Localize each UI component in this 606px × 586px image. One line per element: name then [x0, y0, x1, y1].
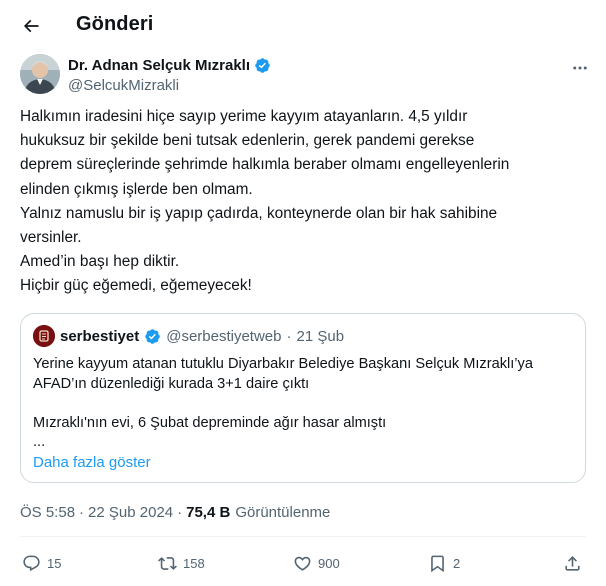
retweet-button[interactable]: 158: [158, 550, 205, 576]
tweet-line: hukuksuz bir şekilde beni tutsak edenler…: [20, 132, 475, 150]
retweet-icon: [158, 556, 177, 570]
tweet-line: versinler.: [20, 229, 82, 247]
avatar[interactable]: [20, 54, 60, 94]
reply-icon: [23, 555, 40, 571]
verified-badge-icon: [145, 328, 160, 344]
quote-author-handle: @serbestiyetweb: [166, 327, 282, 345]
tweet-line: Amed’in başı hep diktir.: [20, 253, 180, 271]
tweet-author: Dr. Adnan Selçuk Mızraklı @SelcukMizrakl…: [20, 54, 592, 98]
quoted-tweet[interactable]: serbestiyet @serbestiyetweb · 21 Şub Yer…: [20, 313, 586, 483]
tweet-date[interactable]: 22 Şub 2024: [88, 504, 173, 521]
tweet-text: Halkımın iradesini hiçe sayıp yerime kay…: [20, 105, 590, 299]
meta-separator: ·: [177, 504, 183, 521]
verified-badge-icon: [255, 58, 270, 73]
quote-avatar-logo: [33, 325, 55, 347]
avatar-image: [20, 54, 60, 94]
quote-avatar: [33, 325, 55, 347]
tweet-time[interactable]: ÖS 5:58: [20, 504, 75, 521]
divider: [20, 536, 586, 537]
retweet-count: 158: [183, 555, 205, 571]
quote-line: ...: [33, 434, 46, 450]
reply-button[interactable]: 15: [22, 550, 61, 576]
top-bar: Gönderi: [0, 0, 606, 50]
quote-line: AFAD’ın düzenlediği kurada 3+1 daire çık…: [33, 375, 310, 392]
bookmark-button[interactable]: 2: [428, 550, 460, 576]
page-title: Gönderi: [76, 13, 154, 35]
arrow-left-icon: [23, 19, 39, 33]
like-count: 900: [318, 555, 340, 571]
tweet-line: Halkımın iradesini hiçe sayıp yerime kay…: [20, 108, 468, 125]
share-icon: [565, 555, 580, 571]
quote-line: Mızraklı'nın evi, 6 Şubat depreminde ağı…: [33, 414, 387, 431]
reply-count: 15: [47, 555, 62, 571]
meta-separator: ·: [79, 504, 85, 521]
quote-line: [33, 394, 573, 414]
show-more-link[interactable]: Daha fazla göster: [33, 454, 151, 471]
more-horizontal-icon: [573, 66, 587, 70]
quote-text: Yerine kayyum atanan tutuklu Diyarbakır …: [33, 355, 573, 453]
author-handle[interactable]: @SelcukMizrakli: [68, 77, 179, 94]
bookmark-icon: [431, 555, 444, 572]
tweet-line: Hiçbir güç eğemedi, eğemeyecek!: [20, 277, 252, 295]
tweet-line: deprem süreçlerinde şehrimde halkımla be…: [20, 156, 510, 174]
share-button[interactable]: [563, 550, 582, 576]
quote-author-name: serbestiyet: [60, 327, 140, 345]
like-button[interactable]: 900: [293, 550, 340, 576]
tweet-meta: ÖS 5:58 · 22 Şub 2024 · 75,4 B Görüntüle…: [20, 504, 330, 521]
more-options-button[interactable]: [568, 58, 592, 78]
quote-date: 21 Şub: [296, 327, 345, 345]
back-button[interactable]: [14, 9, 48, 43]
tweet-line: elinden çıkmış işlerde ben olmam.: [20, 180, 253, 198]
quote-separator: ·: [286, 327, 292, 345]
action-bar: 15 158 900 2: [22, 550, 586, 576]
quote-line: Yerine kayyum atanan tutuklu Diyarbakır …: [33, 356, 533, 372]
views-label: Görüntülenme: [235, 504, 331, 521]
views-count: 75,4 B: [186, 504, 231, 521]
bookmark-count: 2: [453, 555, 461, 571]
heart-icon: [294, 556, 311, 571]
tweet-line: Yalnız namuslu bir iş yapıp çadırda, kon…: [20, 204, 498, 222]
author-name[interactable]: Dr. Adnan Selçuk Mızraklı: [68, 57, 250, 74]
